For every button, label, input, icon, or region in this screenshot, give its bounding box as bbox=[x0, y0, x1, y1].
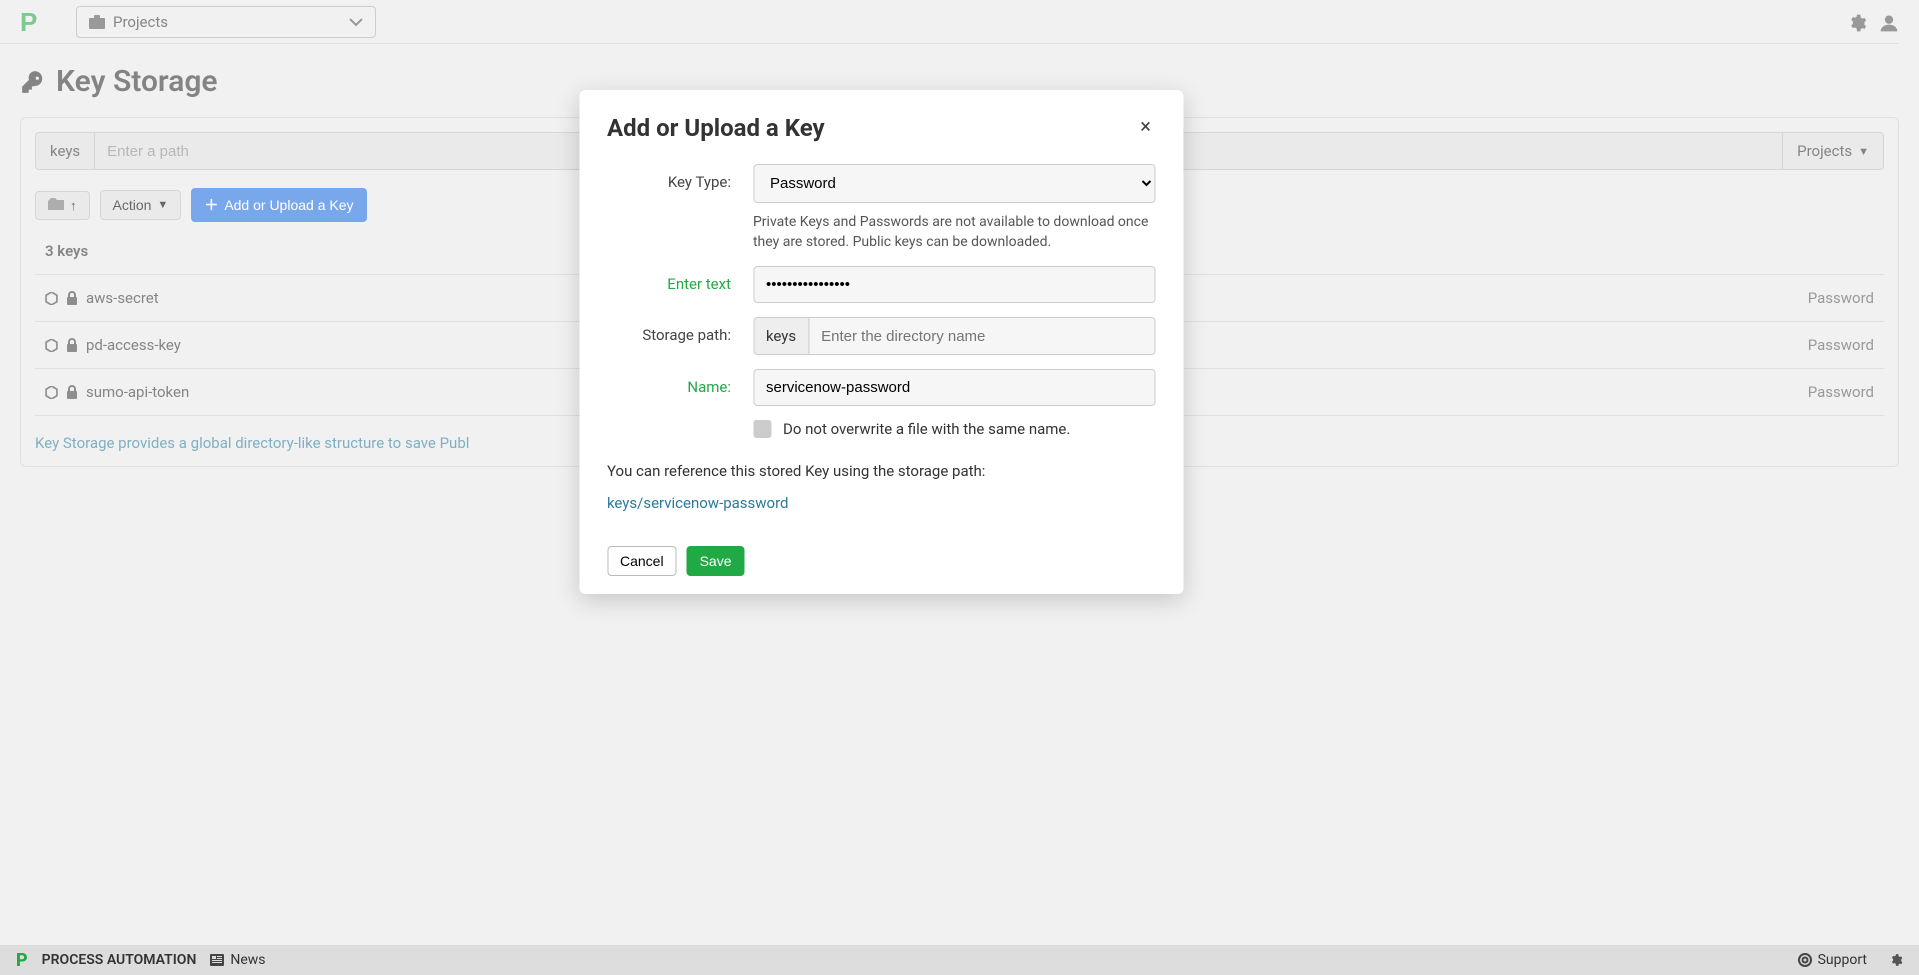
key-type: Password bbox=[1808, 289, 1874, 307]
key-name: aws-secret bbox=[86, 289, 159, 307]
storage-path-prefix: keys bbox=[753, 317, 808, 355]
close-icon: × bbox=[1140, 114, 1151, 138]
news-link[interactable]: News bbox=[210, 952, 265, 968]
add-key-button[interactable]: ＋ Add or Upload a Key bbox=[191, 188, 366, 222]
user-menu-button[interactable] bbox=[1879, 10, 1899, 34]
storage-path-input[interactable] bbox=[808, 317, 1155, 355]
support-label: Support bbox=[1818, 952, 1867, 968]
overwrite-checkbox[interactable] bbox=[753, 420, 771, 438]
reference-path: keys/servicenow-password bbox=[607, 494, 1155, 512]
modal-close-button[interactable]: × bbox=[1136, 114, 1155, 138]
briefcase-icon bbox=[89, 15, 105, 29]
save-button[interactable]: Save bbox=[687, 546, 745, 576]
action-label: Action bbox=[113, 197, 152, 213]
key-type: Password bbox=[1808, 383, 1874, 401]
path-prefix: keys bbox=[35, 132, 94, 170]
key-value-input[interactable] bbox=[753, 266, 1155, 303]
gear-icon bbox=[1889, 953, 1903, 967]
key-type-select[interactable]: Password bbox=[753, 164, 1155, 203]
key-type-label: Key Type: bbox=[607, 164, 753, 191]
brand-text: PROCESS AUTOMATION bbox=[42, 952, 197, 968]
lock-icon bbox=[66, 338, 78, 352]
project-selector[interactable]: Projects bbox=[76, 6, 376, 38]
hexagon-icon bbox=[45, 386, 58, 399]
caret-down-icon: ▼ bbox=[157, 199, 168, 211]
key-name: pd-access-key bbox=[86, 336, 181, 354]
overwrite-label: Do not overwrite a file with the same na… bbox=[783, 420, 1070, 438]
modal-title: Add or Upload a Key bbox=[607, 114, 825, 142]
chevron-down-icon bbox=[349, 18, 363, 26]
lock-icon bbox=[66, 291, 78, 305]
user-icon bbox=[1879, 13, 1899, 33]
settings-button[interactable] bbox=[1847, 10, 1867, 34]
hexagon-icon bbox=[45, 339, 58, 352]
hexagon-icon bbox=[45, 292, 58, 305]
add-key-modal: Add or Upload a Key × Key Type: Password… bbox=[579, 90, 1183, 594]
key-type: Password bbox=[1808, 336, 1874, 354]
name-label: Name: bbox=[607, 369, 753, 396]
enter-text-label: Enter text bbox=[607, 266, 753, 293]
news-icon bbox=[210, 954, 224, 966]
bottombar: P PROCESS AUTOMATION News Support bbox=[0, 945, 1919, 975]
name-input[interactable] bbox=[753, 369, 1155, 406]
key-icon bbox=[20, 69, 46, 95]
brand-logo: P bbox=[20, 9, 40, 35]
project-selector-label: Projects bbox=[113, 13, 168, 31]
key-type-helper: Private Keys and Passwords are not avail… bbox=[753, 213, 1155, 252]
support-link[interactable]: Support bbox=[1798, 952, 1867, 968]
lifebuoy-icon bbox=[1798, 953, 1812, 967]
scrollbar[interactable] bbox=[1899, 0, 1919, 945]
cancel-button[interactable]: Cancel bbox=[607, 546, 677, 576]
reference-label: You can reference this stored Key using … bbox=[607, 462, 1155, 480]
topbar: P Projects bbox=[0, 0, 1919, 44]
caret-down-icon: ▼ bbox=[1858, 145, 1869, 158]
brand-logo-small: P bbox=[16, 950, 28, 971]
folder-up-icon bbox=[48, 198, 64, 212]
bottombar-settings[interactable] bbox=[1889, 952, 1903, 968]
add-key-label: Add or Upload a Key bbox=[224, 197, 353, 213]
up-folder-button[interactable]: ↑ bbox=[35, 191, 90, 220]
arrow-up-icon: ↑ bbox=[70, 198, 77, 213]
gear-icon bbox=[1847, 13, 1867, 33]
plus-icon: ＋ bbox=[204, 195, 218, 215]
storage-path-label: Storage path: bbox=[607, 317, 753, 344]
path-projects-label: Projects bbox=[1797, 142, 1852, 160]
action-dropdown[interactable]: Action ▼ bbox=[100, 190, 182, 220]
lock-icon bbox=[66, 385, 78, 399]
news-label: News bbox=[230, 952, 265, 968]
key-name: sumo-api-token bbox=[86, 383, 189, 401]
path-projects-dropdown[interactable]: Projects ▼ bbox=[1782, 132, 1884, 170]
page-title-text: Key Storage bbox=[56, 64, 218, 99]
